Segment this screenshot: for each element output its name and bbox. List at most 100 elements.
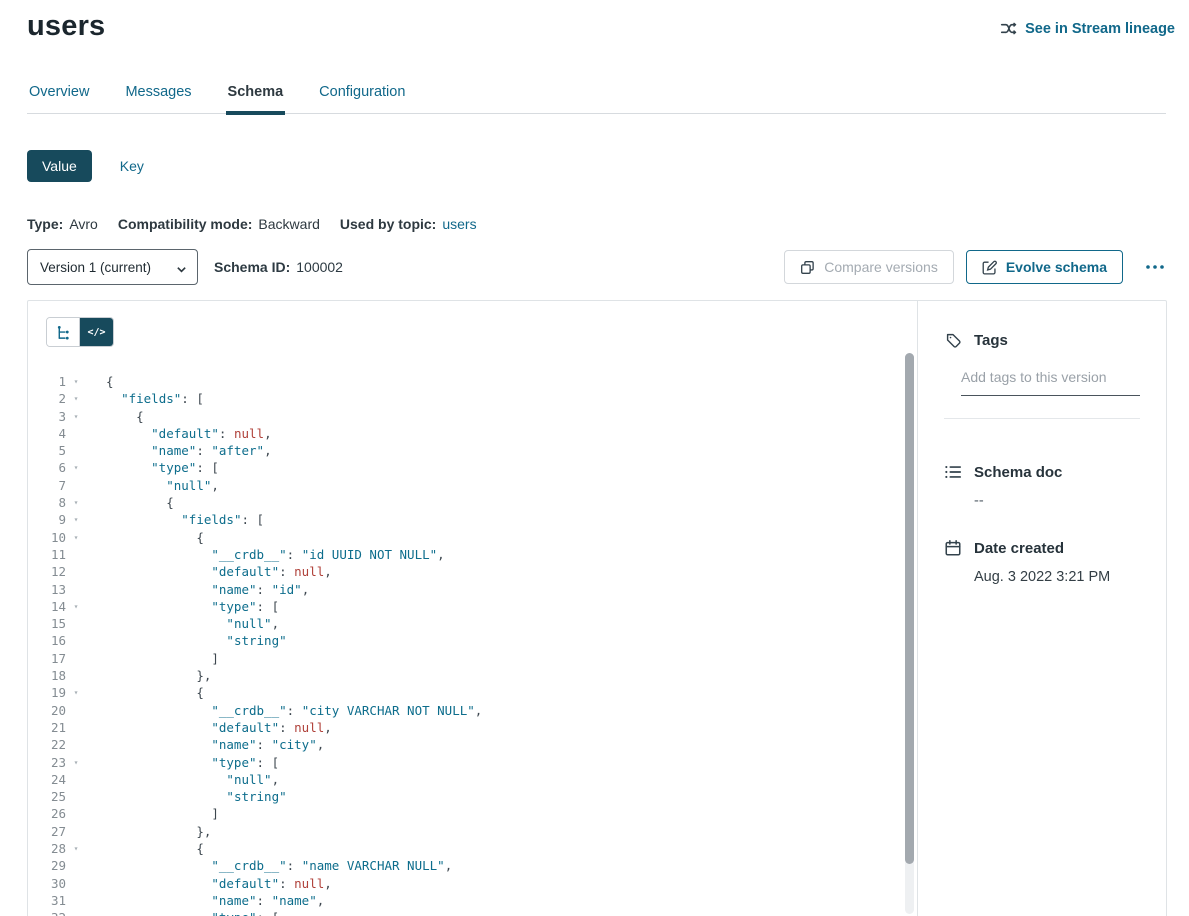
code-line: 3▾ { [28, 408, 917, 425]
compare-versions-button[interactable]: Compare versions [784, 250, 954, 284]
code-text: ] [86, 650, 219, 667]
code-line: 13 "name": "id", [28, 581, 917, 598]
fold-toggle-icon[interactable]: ▾ [66, 511, 86, 528]
code-line: 25 "string" [28, 788, 917, 805]
code-view-button[interactable]: </> [80, 318, 113, 346]
code-text: "name": "name", [86, 892, 324, 909]
code-line: 12 "default": null, [28, 563, 917, 580]
code-text: "__crdb__": "city VARCHAR NOT NULL", [86, 702, 482, 719]
editor-scrollbar-track[interactable] [905, 353, 914, 914]
code-text: ] [86, 805, 219, 822]
code-line: 1▾{ [28, 373, 917, 390]
line-number: 12 [28, 563, 66, 580]
code-text: "null", [86, 771, 279, 788]
fold-toggle-icon[interactable]: ▾ [66, 684, 86, 701]
code-line: 17 ] [28, 650, 917, 667]
code-line: 11 "__crdb__": "id UUID NOT NULL", [28, 546, 917, 563]
code-text: { [86, 529, 204, 546]
fold-spacer [66, 442, 86, 459]
tab-overview[interactable]: Overview [27, 84, 91, 113]
line-number: 18 [28, 667, 66, 684]
date-created-section: Date created Aug. 3 2022 3:21 PM [944, 539, 1140, 585]
fold-toggle-icon[interactable]: ▾ [66, 494, 86, 511]
topic-link[interactable]: users [442, 216, 476, 232]
fold-spacer [66, 719, 86, 736]
calendar-icon [944, 539, 962, 557]
page-title: users [27, 10, 105, 43]
fold-toggle-icon[interactable]: ▾ [66, 408, 86, 425]
value-toggle-button[interactable]: Value [27, 150, 92, 182]
fold-toggle-icon[interactable]: ▾ [66, 598, 86, 615]
code-line: 31 "name": "name", [28, 892, 917, 909]
code-line: 9▾ "fields": [ [28, 511, 917, 528]
editor-view-toolbar: </> [28, 301, 917, 347]
fold-toggle-icon[interactable]: ▾ [66, 373, 86, 390]
date-created-value: Aug. 3 2022 3:21 PM [974, 569, 1140, 585]
fold-toggle-icon[interactable]: ▾ [66, 390, 86, 407]
view-mode-segmented-control: </> [46, 317, 114, 347]
tab-schema[interactable]: Schema [226, 84, 286, 113]
fold-spacer [66, 736, 86, 753]
fold-toggle-icon[interactable]: ▾ [66, 529, 86, 546]
fold-toggle-icon[interactable]: ▾ [66, 909, 86, 916]
fold-spacer [66, 857, 86, 874]
code-text: "__crdb__": "id UUID NOT NULL", [86, 546, 445, 563]
page-header: users See in Stream lineage [0, 0, 1189, 43]
code-text: "type": [ [86, 598, 279, 615]
code-text: "default": null, [86, 719, 332, 736]
fold-toggle-icon[interactable]: ▾ [66, 459, 86, 476]
fold-spacer [66, 581, 86, 598]
code-text: "default": null, [86, 563, 332, 580]
line-number: 27 [28, 823, 66, 840]
line-number: 26 [28, 805, 66, 822]
compatibility-label: Compatibility mode: [118, 216, 253, 232]
fold-toggle-icon[interactable]: ▾ [66, 754, 86, 771]
schema-doc-icon [944, 463, 962, 481]
code-line: 20 "__crdb__": "city VARCHAR NOT NULL", [28, 702, 917, 719]
evolve-pencil-icon [982, 260, 997, 275]
line-number: 10 [28, 529, 66, 546]
line-number: 11 [28, 546, 66, 563]
key-toggle-button[interactable]: Key [120, 158, 144, 174]
evolve-schema-button[interactable]: Evolve schema [966, 250, 1123, 284]
code-text: }, [86, 667, 211, 684]
date-created-title: Date created [974, 540, 1064, 557]
code-text: }, [86, 823, 211, 840]
code-line: 8▾ { [28, 494, 917, 511]
tags-input[interactable] [961, 365, 1140, 396]
code-text: "default": null, [86, 425, 272, 442]
code-line: 26 ] [28, 805, 917, 822]
code-line: 10▾ { [28, 529, 917, 546]
fold-spacer [66, 650, 86, 667]
code-text: "name": "id", [86, 581, 309, 598]
schema-doc-heading: Schema doc [944, 463, 1140, 481]
tab-configuration[interactable]: Configuration [317, 84, 407, 113]
compatibility-value: Backward [258, 216, 319, 232]
code-text: "null", [86, 477, 219, 494]
tree-view-icon [56, 325, 71, 340]
schema-code-editor: </> 1▾{2▾ "fields": [3▾ {4 "default": nu… [28, 301, 918, 916]
code-text: "null", [86, 615, 279, 632]
tree-view-button[interactable] [47, 318, 80, 346]
stream-lineage-link[interactable]: See in Stream lineage [1000, 20, 1175, 37]
code-line: 22 "name": "city", [28, 736, 917, 753]
line-number: 15 [28, 615, 66, 632]
code-text: "type": [ [86, 459, 219, 476]
tab-messages[interactable]: Messages [123, 84, 193, 113]
tags-title: Tags [974, 332, 1008, 349]
value-key-toggle: Value Key [27, 150, 1189, 182]
code-line: 2▾ "fields": [ [28, 390, 917, 407]
editor-scrollbar-thumb[interactable] [905, 353, 914, 864]
fold-spacer [66, 702, 86, 719]
fold-spacer [66, 563, 86, 580]
toolbar-actions: Compare versions Evolve schema [784, 250, 1167, 284]
version-select[interactable]: Version 1 (current) [27, 249, 198, 285]
line-number: 8 [28, 494, 66, 511]
more-options-button[interactable] [1143, 263, 1167, 271]
code-view-icon: </> [87, 327, 105, 338]
fold-toggle-icon[interactable]: ▾ [66, 840, 86, 857]
schema-doc-title: Schema doc [974, 464, 1062, 481]
stream-lineage-icon [1000, 20, 1017, 37]
more-options-icon [1145, 263, 1165, 271]
line-number: 13 [28, 581, 66, 598]
